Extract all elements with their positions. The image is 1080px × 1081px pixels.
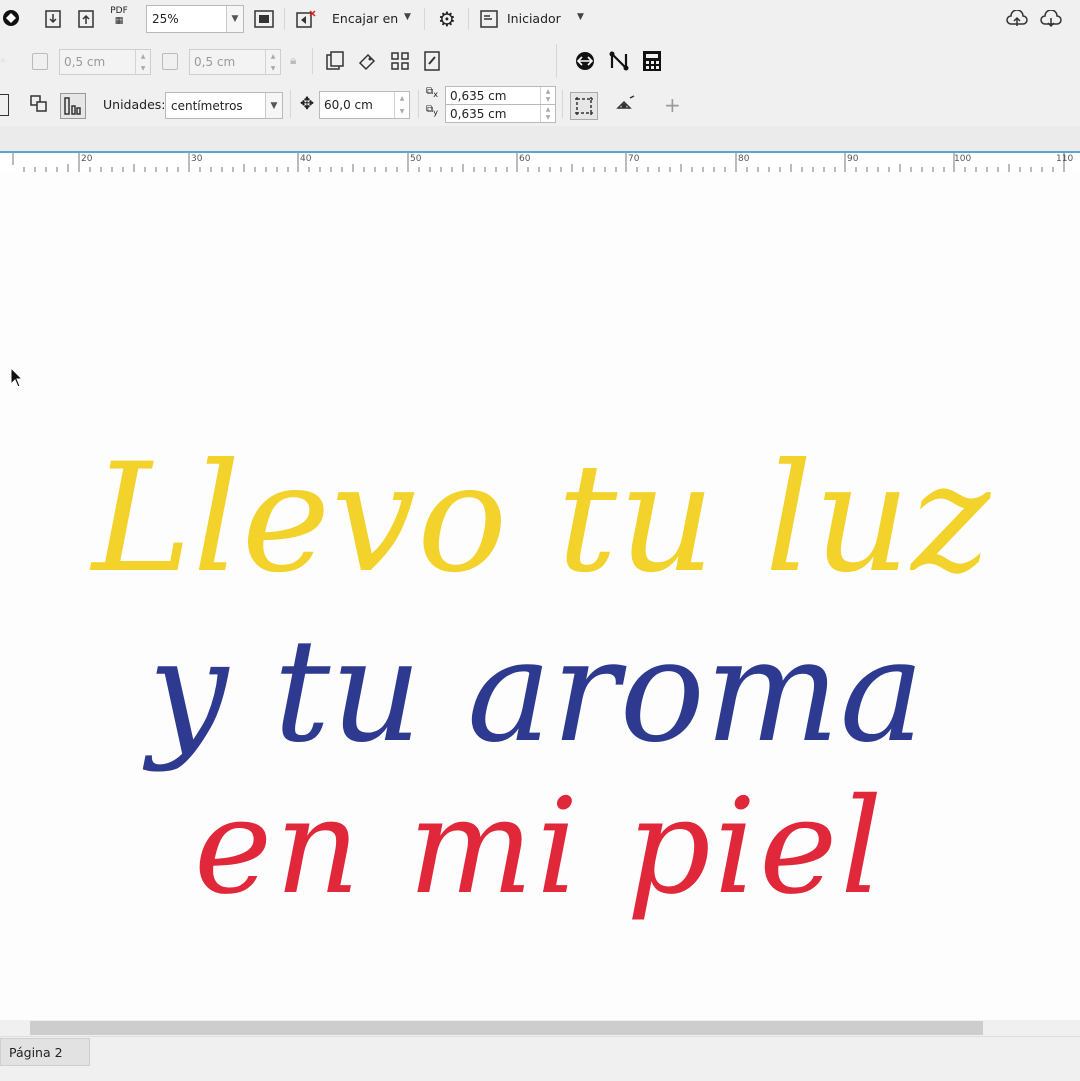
edit-page-icon[interactable] — [421, 50, 443, 72]
ruler-ticks — [12, 153, 1065, 173]
toolbar-spacer — [0, 126, 1080, 151]
separator — [290, 90, 291, 118]
ruler-label: 40 — [300, 154, 312, 164]
separator — [418, 90, 419, 118]
width-field[interactable]: 0,5 cm ▲ ▼ — [59, 49, 151, 75]
duplicate-x-value[interactable]: 0,635 cm — [446, 89, 540, 103]
spinner-icon[interactable]: ▲ ▼ — [394, 92, 409, 118]
grid-icon[interactable] — [389, 50, 411, 72]
height-icon — [162, 53, 178, 70]
separator — [562, 90, 563, 118]
ruler-label: 90 — [847, 154, 859, 164]
separator — [556, 44, 557, 78]
import-icon[interactable] — [42, 8, 64, 30]
separator — [284, 8, 285, 30]
page-order-icon[interactable] — [28, 93, 50, 115]
status-bar — [0, 1036, 1080, 1081]
launcher-icon[interactable] — [478, 8, 500, 30]
spinner-icon[interactable]: ▲ ▼ — [540, 87, 555, 104]
full-screen-icon[interactable] — [253, 8, 275, 30]
snap-icon[interactable] — [295, 8, 317, 30]
partial-icon: ◦ — [0, 56, 6, 67]
height-value[interactable]: 0,5 cm — [190, 55, 265, 69]
calculator-icon[interactable] — [641, 50, 663, 72]
launcher-label[interactable]: Iniciador — [507, 11, 561, 26]
units-select[interactable]: centímetros ▼ — [165, 92, 283, 119]
spinner-icon[interactable]: ▲ ▼ — [265, 50, 280, 74]
nudge-value[interactable]: 60,0 cm — [320, 98, 394, 112]
ruler-label: 80 — [738, 154, 750, 164]
ruler-label: 60 — [519, 154, 531, 164]
chevron-down-icon[interactable]: ▼ — [265, 93, 282, 118]
corel-logo-icon[interactable] — [0, 7, 22, 29]
scrollbar-thumb[interactable] — [30, 1021, 983, 1035]
nudge-field[interactable]: 60,0 cm ▲ ▼ — [319, 91, 410, 119]
ruler-label: 30 — [191, 154, 203, 164]
page-tab-label[interactable]: Página 2 — [9, 1045, 63, 1060]
ruler-label: 100 — [954, 154, 972, 164]
width-value[interactable]: 0,5 cm — [60, 55, 135, 69]
node-icon[interactable] — [608, 50, 630, 72]
duplicate-distance-icon: ⧉x — [426, 86, 439, 99]
duplicate-x-field[interactable]: 0,635 cm ▲ ▼ — [445, 86, 556, 105]
page-border-icon[interactable] — [570, 92, 598, 120]
fit-label[interactable]: Encajar en — [332, 11, 398, 26]
separator — [468, 8, 469, 30]
units-toolbar: Unidades: centímetros ▼ ✥ 60,0 cm ▲ ▼ ⧉x … — [0, 82, 1080, 127]
units-label: Unidades: — [103, 97, 166, 112]
ruler-label: 50 — [410, 154, 422, 164]
zoom-value[interactable]: 25% — [147, 12, 226, 26]
horizontal-ruler[interactable]: 20 30 40 50 60 70 80 90 100 110 — [0, 151, 1080, 174]
standard-toolbar: PDF ▦ 25% ▼ Encajar en ▼ ⚙ Iniciador ▼ — [0, 0, 1080, 41]
pdf-label: PDF — [110, 6, 128, 16]
chevron-down-icon[interactable]: ▼ — [577, 12, 584, 22]
spinner-icon[interactable]: ▲ ▼ — [135, 50, 150, 74]
page-tab[interactable]: Página 2 — [0, 1038, 90, 1066]
chevron-down-icon[interactable]: ▼ — [226, 6, 243, 32]
duplicate-y-field[interactable]: 0,635 cm ▲ ▼ — [445, 104, 556, 123]
cloud-upload-icon[interactable] — [1006, 8, 1028, 30]
current-page-icon[interactable] — [356, 50, 378, 72]
partial-page-icon[interactable] — [0, 94, 9, 116]
width-icon — [32, 53, 48, 70]
spinner-icon[interactable]: ▲ ▼ — [540, 105, 555, 122]
zoom-combo[interactable]: 25% ▼ — [146, 5, 244, 33]
duplicate-distance-icon: ⧉y — [426, 104, 439, 117]
publish-pdf-icon[interactable]: PDF ▦ — [108, 6, 130, 26]
export-icon[interactable] — [75, 8, 97, 30]
page-bars-icon[interactable] — [60, 93, 86, 119]
property-toolbar: ◦ 0,5 cm ▲ ▼ 0,5 cm ▲ ▼ 🔒︎ — [0, 40, 1080, 83]
add-page-icon[interactable]: + — [664, 93, 681, 117]
chevron-down-icon[interactable]: ▼ — [404, 12, 411, 22]
ruler-label: 20 — [81, 154, 93, 164]
contour-icon[interactable] — [574, 50, 596, 72]
ruler-label: 70 — [628, 154, 640, 164]
separator — [424, 8, 425, 30]
settings-gear-icon[interactable]: ⚙ — [436, 7, 458, 31]
ruler-label: 110 — [1056, 154, 1074, 164]
lettering-line-3[interactable]: en mi piel — [194, 772, 885, 922]
lettering-line-1[interactable]: Llevo tu luz — [92, 434, 991, 604]
bleed-icon[interactable] — [614, 93, 636, 115]
mouse-pointer-icon — [10, 366, 24, 393]
lettering-line-2[interactable]: y tu aroma — [148, 612, 924, 772]
drawing-canvas[interactable]: Llevo tu luz y tu aroma en mi piel — [0, 172, 1080, 1020]
duplicate-y-value[interactable]: 0,635 cm — [446, 107, 540, 121]
cloud-download-icon[interactable] — [1040, 8, 1062, 30]
height-field[interactable]: 0,5 cm ▲ ▼ — [189, 49, 281, 75]
all-pages-icon[interactable] — [324, 50, 346, 72]
nudge-icon: ✥ — [299, 94, 315, 114]
separator — [312, 48, 313, 74]
lock-ratio-icon[interactable]: 🔒︎ — [290, 53, 296, 68]
units-value[interactable]: centímetros — [166, 99, 265, 113]
